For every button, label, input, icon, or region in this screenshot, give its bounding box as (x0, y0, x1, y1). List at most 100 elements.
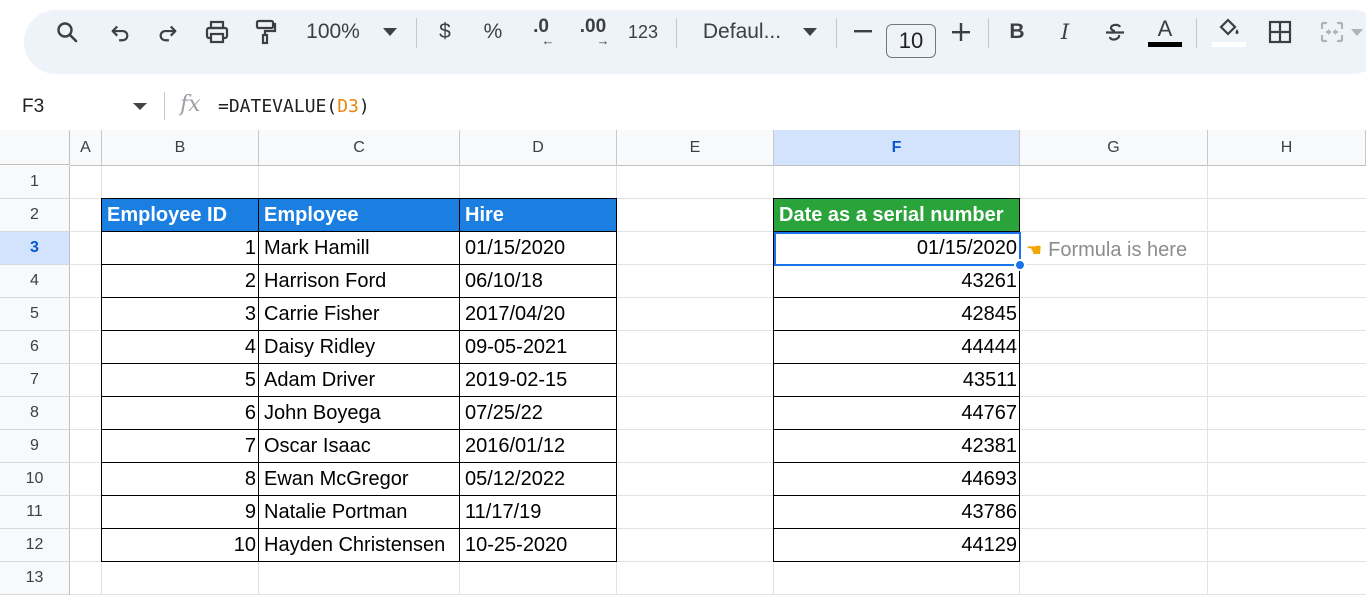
format-currency-button[interactable]: $ (432, 0, 458, 64)
cell-hire-date[interactable]: 07/25/22 (460, 397, 617, 429)
zoom-dropdown-icon[interactable] (380, 0, 400, 64)
cell-employee-name[interactable]: Daisy Ridley (259, 331, 460, 363)
cell-employee-name[interactable]: John Boyega (259, 397, 460, 429)
cell-serial-number[interactable]: 43261 (774, 265, 1020, 297)
cell-hire-date[interactable]: 2017/04/20 (460, 298, 617, 330)
cell-employee-id[interactable]: 4 (102, 331, 259, 363)
cell-employee-name[interactable]: Oscar Isaac (259, 430, 460, 462)
font-select[interactable]: Defaul... (694, 0, 790, 64)
cell-employee-id[interactable]: 10 (102, 529, 259, 561)
cell-serial-number[interactable]: 42381 (774, 430, 1020, 462)
cell-employee-id[interactable]: 6 (102, 397, 259, 429)
bold-button[interactable]: B (1004, 0, 1030, 64)
row-header-3[interactable]: 3 (0, 232, 70, 265)
row-header-1[interactable]: 1 (0, 166, 70, 199)
increase-decimal-button[interactable]: .00 → (574, 0, 612, 64)
text-color-button[interactable]: A (1146, 0, 1184, 64)
borders-icon[interactable] (1264, 0, 1296, 64)
more-formats-button[interactable]: 123 (624, 0, 662, 64)
cell-hire-date[interactable]: 09-05-2021 (460, 331, 617, 363)
table-border-line (1019, 198, 1020, 562)
row-header-5[interactable]: 5 (0, 298, 70, 331)
italic-button[interactable]: I (1052, 0, 1078, 64)
row-header-6[interactable]: 6 (0, 331, 70, 364)
table-border-line (459, 198, 460, 562)
toolbar-divider (836, 18, 837, 48)
cell-hire-date[interactable]: 01/15/2020 (460, 232, 617, 264)
merge-cells-icon[interactable] (1316, 0, 1348, 64)
decrease-decimal-button[interactable]: .0 ← (524, 0, 558, 64)
column-header-a[interactable]: A (70, 130, 102, 166)
cell-hire-date[interactable]: 10-25-2020 (460, 529, 617, 561)
row-header-10[interactable]: 10 (0, 463, 70, 496)
select-all-corner[interactable] (0, 130, 70, 165)
header-cell-employee[interactable]: Employee (259, 199, 460, 231)
cell-serial-number[interactable]: 01/15/2020 (774, 232, 1020, 264)
row-header-12[interactable]: 12 (0, 529, 70, 562)
cell-employee-name[interactable]: Mark Hamill (259, 232, 460, 264)
cell-serial-number[interactable]: 44129 (774, 529, 1020, 561)
cell-hire-date[interactable]: 11/17/19 (460, 496, 617, 528)
print-icon[interactable] (201, 0, 233, 64)
cell-employee-id[interactable]: 1 (102, 232, 259, 264)
cell-employee-id[interactable]: 7 (102, 430, 259, 462)
cell-employee-name[interactable]: Hayden Christensen (259, 529, 460, 561)
cell-employee-id[interactable]: 5 (102, 364, 259, 396)
cell-employee-id[interactable]: 9 (102, 496, 259, 528)
column-header-e[interactable]: E (617, 130, 774, 166)
zoom-select[interactable]: 100% (302, 0, 364, 64)
row-header-4[interactable]: 4 (0, 265, 70, 298)
header-cell-employee-id[interactable]: Employee ID (102, 199, 259, 231)
cell-employee-name[interactable]: Ewan McGregor (259, 463, 460, 495)
arrow-right-icon: → (596, 33, 610, 48)
cell-employee-name[interactable]: Adam Driver (259, 364, 460, 396)
header-cell-serial-number[interactable]: Date as a serial number (774, 199, 1020, 231)
decrease-font-size-icon[interactable] (850, 0, 876, 64)
table-border-line (774, 231, 1020, 232)
cell-serial-number[interactable]: 44444 (774, 331, 1020, 363)
cell-employee-name[interactable]: Harrison Ford (259, 265, 460, 297)
cell-serial-number[interactable]: 43786 (774, 496, 1020, 528)
increase-font-size-icon[interactable] (948, 0, 974, 64)
cell-hire-date[interactable]: 06/10/18 (460, 265, 617, 297)
row-header-2[interactable]: 2 (0, 199, 70, 232)
cell-serial-number[interactable]: 43511 (774, 364, 1020, 396)
row-header-8[interactable]: 8 (0, 397, 70, 430)
font-dropdown-icon[interactable] (800, 0, 820, 64)
row-header-11[interactable]: 11 (0, 496, 70, 529)
column-header-c[interactable]: C (259, 130, 460, 166)
cell-serial-number[interactable]: 42845 (774, 298, 1020, 330)
redo-icon[interactable] (153, 0, 183, 64)
formula-input[interactable]: =DATEVALUE(D3) (218, 96, 370, 117)
cell-hire-date[interactable]: 2019-02-15 (460, 364, 617, 396)
paint-format-icon[interactable] (250, 0, 280, 64)
cell-hire-date[interactable]: 05/12/2022 (460, 463, 617, 495)
column-header-h[interactable]: H (1208, 130, 1366, 166)
row-header-9[interactable]: 9 (0, 430, 70, 463)
search-menus-icon[interactable] (52, 0, 82, 64)
font-size-input[interactable]: 10 (886, 24, 936, 58)
column-header-b[interactable]: B (102, 130, 259, 166)
column-header-d[interactable]: D (460, 130, 617, 166)
row-header-13[interactable]: 13 (0, 562, 70, 595)
strikethrough-icon[interactable] (1100, 0, 1130, 64)
cell-employee-id[interactable]: 2 (102, 265, 259, 297)
fill-handle[interactable] (1014, 259, 1026, 271)
cell-employee-name[interactable]: Natalie Portman (259, 496, 460, 528)
cell-employee-id[interactable]: 8 (102, 463, 259, 495)
fill-color-icon[interactable] (1210, 0, 1248, 64)
format-percent-button[interactable]: % (480, 0, 506, 64)
cell-employee-name[interactable]: Carrie Fisher (259, 298, 460, 330)
column-header-g[interactable]: G (1020, 130, 1208, 166)
cell-serial-number[interactable]: 44693 (774, 463, 1020, 495)
row-header-7[interactable]: 7 (0, 364, 70, 397)
cell-serial-number[interactable]: 44767 (774, 397, 1020, 429)
undo-icon[interactable] (105, 0, 135, 64)
table-border-line (102, 198, 617, 199)
name-box-dropdown-icon[interactable] (133, 103, 147, 110)
header-cell-hire[interactable]: Hire (460, 199, 617, 231)
cell-employee-id[interactable]: 3 (102, 298, 259, 330)
cell-hire-date[interactable]: 2016/01/12 (460, 430, 617, 462)
column-header-f[interactable]: F (774, 130, 1020, 166)
merge-dropdown-icon[interactable] (1350, 0, 1364, 64)
